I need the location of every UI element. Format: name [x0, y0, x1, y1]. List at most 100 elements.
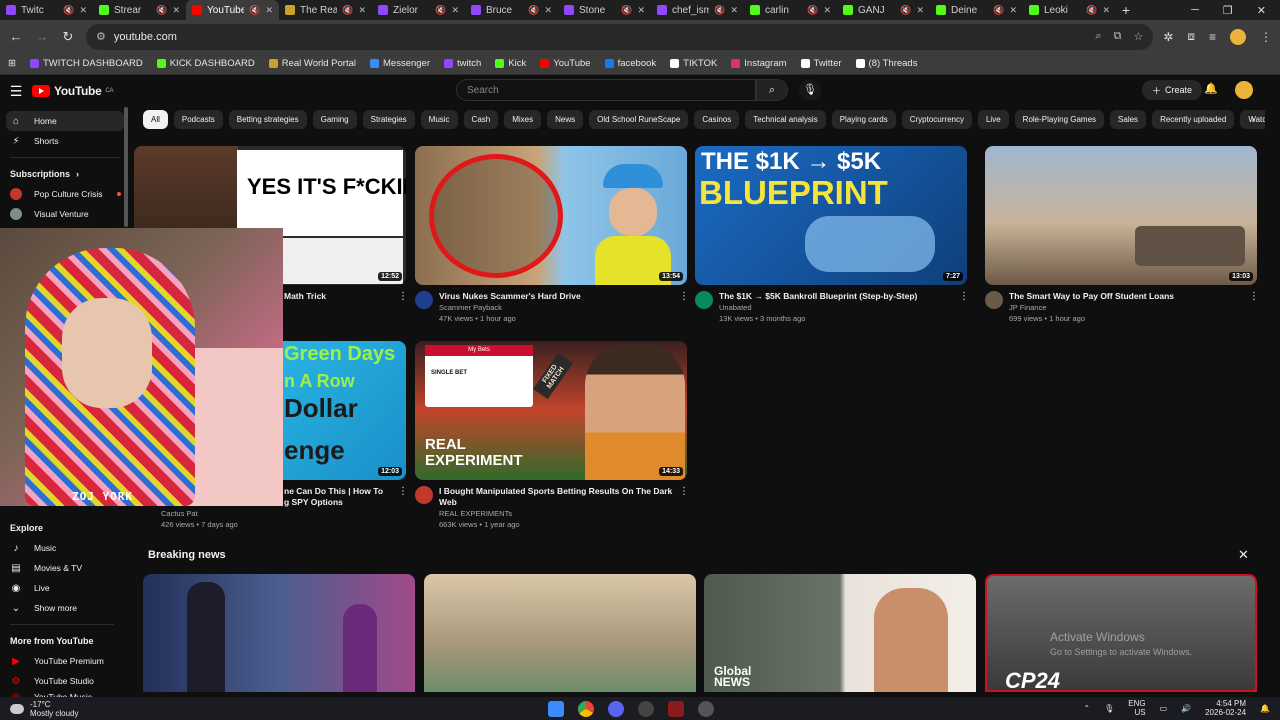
sidebar-sub-item[interactable]: Visual Venture — [0, 204, 130, 224]
filter-chip[interactable]: Strategies — [362, 110, 415, 129]
extensions-puzzle-icon[interactable]: ⧈ — [1187, 29, 1195, 44]
filter-chip[interactable]: Podcasts — [173, 110, 223, 129]
filter-chip[interactable]: Technical analysis — [745, 110, 826, 129]
sidebar-item-home[interactable]: ⌂ Home — [6, 111, 124, 131]
browser-tab[interactable]: GANJ 🔇 ✕ — [837, 0, 930, 20]
tab-close-icon[interactable]: ✕ — [637, 5, 645, 16]
channel-avatar[interactable] — [415, 291, 433, 309]
more-options-icon[interactable]: ⋮ — [1249, 291, 1259, 324]
bookmark-item[interactable]: Real World Portal — [268, 58, 356, 69]
video-thumbnail[interactable]: 13:03 — [985, 146, 1257, 285]
youtube-logo[interactable]: YouTube CA — [32, 84, 113, 98]
zoom-icon[interactable]: ⌕ — [1095, 30, 1101, 43]
sidebar-subscriptions-heading[interactable]: Subscriptions › — [0, 164, 130, 184]
search-input[interactable]: Search — [456, 79, 756, 101]
browser-tab[interactable]: Bruce 🔇 ✕ — [465, 0, 558, 20]
bookmark-item[interactable]: TWITCH DASHBOARD — [29, 58, 143, 69]
browser-tab[interactable]: Strear 🔇 ✕ — [93, 0, 186, 20]
filter-chip[interactable]: All — [143, 110, 168, 129]
filter-chip[interactable]: Recently uploaded — [1152, 110, 1235, 129]
video-title-line[interactable]: g SPY Options — [284, 497, 392, 508]
reload-icon[interactable]: ↻ — [60, 29, 76, 45]
browser-tab[interactable]: The Real 🔇 ✕ — [279, 0, 372, 20]
clock-time[interactable]: 4:54 PM — [1205, 699, 1246, 708]
channel-name[interactable]: JP Finance — [1009, 302, 1243, 313]
video-title[interactable]: The Smart Way to Pay Off Student Loans — [1009, 291, 1243, 302]
channel-name[interactable]: REAL EXPERIMENTs — [439, 508, 673, 519]
close-window-icon[interactable]: ✕ — [1257, 4, 1266, 17]
tab-mute-icon[interactable]: 🔇 — [435, 5, 446, 16]
bookmark-item[interactable]: facebook — [604, 58, 656, 69]
search-icon[interactable]: ⌕ — [756, 79, 788, 101]
filter-chip[interactable]: Mixes — [504, 110, 542, 129]
bookmark-item[interactable]: (8) Threads — [855, 58, 917, 69]
filter-chip[interactable]: News — [547, 110, 584, 129]
guide-menu-icon[interactable]: ☰ — [0, 83, 32, 100]
more-options-icon[interactable]: ⋮ — [679, 486, 689, 530]
tab-mute-icon[interactable]: 🔇 — [1086, 5, 1097, 16]
app-icon[interactable] — [668, 701, 684, 717]
video-thumbnail[interactable]: 13:54 — [415, 146, 687, 285]
tab-close-icon[interactable]: ✕ — [823, 5, 831, 16]
filter-chip[interactable]: Casinos — [694, 110, 740, 129]
tab-mute-icon[interactable]: 🔇 — [714, 5, 725, 16]
channel-name[interactable]: Unabated — [719, 302, 953, 313]
weather-widget[interactable]: -17°C Mostly cloudy — [0, 700, 78, 718]
sidebar-show-more[interactable]: ⌄ Show more — [0, 598, 124, 618]
tab-close-icon[interactable]: ✕ — [1102, 5, 1110, 16]
tab-close-icon[interactable]: ✕ — [1009, 5, 1017, 16]
new-tab-button[interactable]: + — [1116, 2, 1136, 18]
video-thumbnail[interactable]: My Bets SINGLE BET FIXED MATCH REAL EXPE… — [415, 341, 687, 480]
browser-tab[interactable]: Twitc 🔇 ✕ — [0, 0, 93, 20]
tab-mute-icon[interactable]: 🔇 — [621, 5, 632, 16]
filter-chip[interactable]: Live — [977, 110, 1009, 129]
tab-close-icon[interactable]: ✕ — [172, 5, 180, 16]
video-title[interactable]: The $1K → $5K Bankroll Blueprint (Step-b… — [719, 291, 953, 302]
chevron-up-icon[interactable]: ⌃ — [1083, 704, 1090, 713]
bookmark-star-icon[interactable]: ☆ — [1133, 30, 1143, 43]
bookmark-item[interactable]: twitch — [444, 58, 481, 69]
tab-mute-icon[interactable]: 🔇 — [993, 5, 1004, 16]
video-title[interactable]: ne Can Do This | How To — [284, 486, 392, 497]
bookmark-item[interactable]: YouTube — [540, 58, 591, 69]
tab-mute-icon[interactable]: 🔇 — [342, 5, 353, 16]
browser-tab[interactable]: Stone 🔇 ✕ — [558, 0, 651, 20]
more-options-icon[interactable]: ⋮ — [959, 291, 969, 324]
tab-mute-icon[interactable]: 🔇 — [807, 5, 818, 16]
filter-chip[interactable]: Cash — [463, 110, 499, 129]
apps-grid-icon[interactable]: ⊞ — [8, 58, 16, 69]
tab-mute-icon[interactable]: 🔇 — [63, 5, 74, 16]
news-thumbnail[interactable] — [424, 574, 696, 692]
tab-close-icon[interactable]: ✕ — [544, 5, 552, 16]
sidebar-sub-item[interactable]: Pop Culture Crisis — [0, 184, 130, 204]
filter-chip[interactable]: Betting strategies — [228, 110, 307, 129]
bookmark-item[interactable]: Instagram — [731, 58, 787, 69]
sidebar-item-movies[interactable]: ▤ Movies & TV — [0, 558, 124, 578]
bookmark-item[interactable]: Messenger — [370, 58, 430, 69]
maximize-icon[interactable]: ❐ — [1223, 4, 1233, 17]
chrome-icon[interactable] — [578, 701, 594, 717]
site-info-icon[interactable]: ⚙ — [96, 30, 106, 43]
tab-close-icon[interactable]: ✕ — [916, 5, 924, 16]
volume-icon[interactable]: 🔊 — [1181, 704, 1191, 713]
tab-close-icon[interactable]: ✕ — [358, 5, 366, 16]
channel-avatar[interactable] — [985, 291, 1003, 309]
chip-scroll-right-icon[interactable]: › — [1246, 110, 1260, 129]
forward-icon[interactable]: → — [34, 29, 50, 44]
browser-tab[interactable]: Deine 🔇 ✕ — [930, 0, 1023, 20]
tab-mute-icon[interactable]: 🔇 — [528, 5, 539, 16]
obs-icon[interactable] — [638, 701, 654, 717]
filter-chip[interactable]: Old School RuneScape — [589, 110, 689, 129]
tab-mute-icon[interactable]: 🔇 — [249, 5, 260, 16]
network-icon[interactable]: ▭ — [1160, 704, 1168, 713]
media-icon[interactable]: ≡ — [1209, 30, 1216, 44]
language-indicator[interactable]: ENG — [1128, 699, 1145, 708]
sidebar-item-music[interactable]: ♪ Music — [0, 538, 124, 558]
sidebar-item-live[interactable]: ◉ Live — [0, 578, 124, 598]
browser-tab[interactable]: chef_ism 🔇 ✕ — [651, 0, 744, 20]
minimize-icon[interactable]: ─ — [1191, 4, 1199, 17]
browser-tab[interactable]: Zielor 🔇 ✕ — [372, 0, 465, 20]
browser-tab[interactable]: YouTube 🔇 ✕ — [186, 0, 279, 20]
news-thumbnail[interactable]: Global NEWS — [704, 574, 976, 692]
filter-chip[interactable]: Role-Playing Games — [1014, 110, 1105, 129]
